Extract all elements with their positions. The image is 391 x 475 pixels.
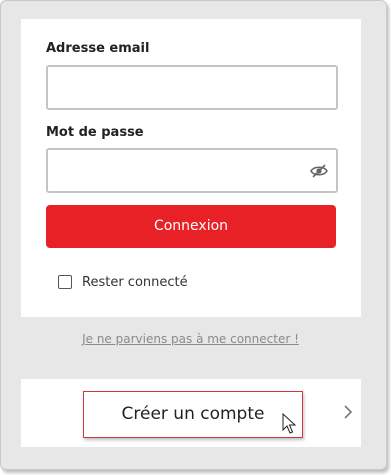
login-panel: Adresse email Mot de passe Connexion Res… (0, 0, 387, 470)
forgot-login-link[interactable]: Je ne parviens pas à me connecter ! (1, 332, 380, 346)
create-account-button[interactable]: Créer un compte (83, 391, 303, 438)
chevron-right-icon (344, 405, 353, 419)
remember-me[interactable]: Rester connecté (58, 273, 188, 291)
email-field-container (46, 65, 338, 110)
remember-label: Rester connecté (82, 274, 188, 290)
password-field-container (46, 148, 338, 193)
create-account-card[interactable]: Créer un compte (21, 379, 361, 447)
login-button[interactable]: Connexion (46, 205, 336, 248)
login-card: Adresse email Mot de passe Connexion Res… (21, 19, 361, 317)
email-label: Adresse email (46, 41, 150, 56)
password-field[interactable] (48, 150, 336, 191)
eye-slash-icon[interactable] (310, 163, 328, 179)
password-label: Mot de passe (46, 125, 144, 140)
mouse-pointer-icon (282, 413, 296, 434)
email-field[interactable] (48, 67, 336, 108)
remember-checkbox[interactable] (58, 275, 72, 289)
